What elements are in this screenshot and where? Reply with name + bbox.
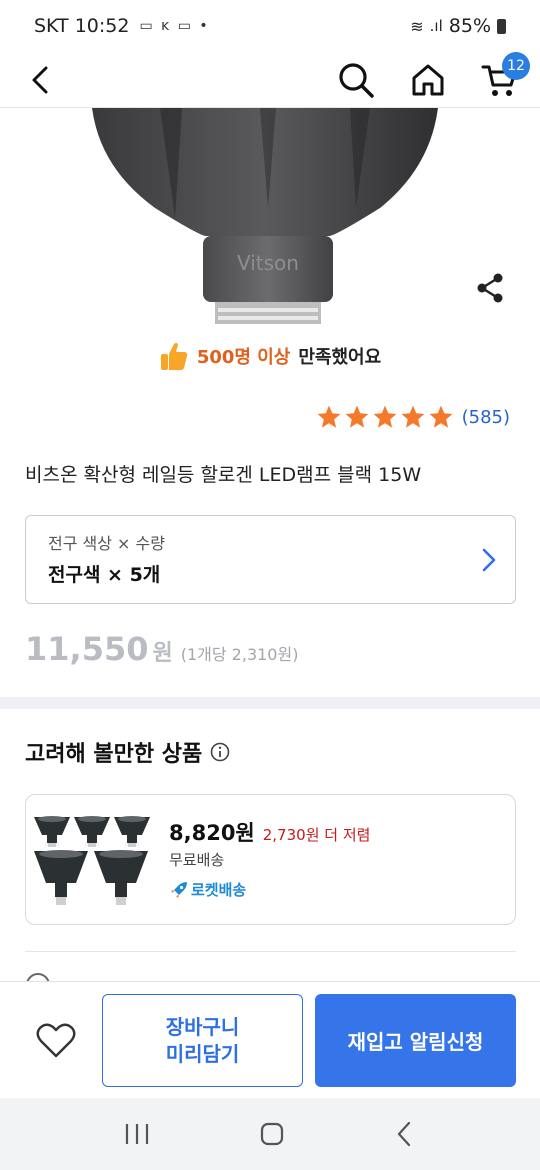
satisfaction-text: 만족했어요 <box>298 347 382 368</box>
star-icon <box>401 405 424 428</box>
signal-icon: .ıl <box>429 17 443 35</box>
share-icon <box>477 273 503 303</box>
product-title: 비츠온 확산형 레일등 할로겐 LED램프 블랙 15W <box>25 464 422 486</box>
battery-icon <box>497 18 506 34</box>
search-button[interactable] <box>334 58 378 102</box>
option-label: 전구 색상 × 수량 <box>48 534 165 553</box>
unit-price: (1개당 2,310원) <box>180 645 299 664</box>
add-to-cart-preview-button[interactable]: 장바구니 미리담기 <box>102 994 303 1087</box>
star-icon <box>317 405 340 428</box>
back-button[interactable] <box>18 58 62 102</box>
battery-level: 85% <box>448 15 491 37</box>
top-nav: 12 <box>0 51 540 108</box>
brand-logo: Vitson <box>237 251 299 275</box>
satisfaction-count: 500명 이상 <box>196 347 291 368</box>
android-navigation-bar <box>0 1098 540 1170</box>
home-nav-icon[interactable] <box>258 1120 286 1148</box>
recommend-item-thumbnail <box>34 816 150 905</box>
satisfaction-banner: 500명 이상 만족했어요 <box>0 336 540 376</box>
recommend-title-text: 고려해 볼만한 상품 <box>25 742 203 767</box>
price-row: 11,550 원 (1개당 2,310원) <box>25 630 298 668</box>
thumbs-up-icon <box>160 342 188 370</box>
recommend-price-row: 8,820원 2,730원 더 저렴 <box>169 817 370 847</box>
rocket-icon <box>171 881 187 898</box>
rocket-delivery-badge: 로켓배송 <box>169 879 246 900</box>
cart-count-badge: 12 <box>502 51 530 80</box>
back-nav-icon[interactable] <box>393 1120 417 1148</box>
recommend-price: 8,820원 <box>169 821 255 845</box>
rocket-delivery-text: 로켓배송 <box>191 881 247 899</box>
section-divider <box>0 697 540 709</box>
recommend-section-title: 고려해 볼만한 상품 <box>25 736 230 768</box>
rating-row[interactable]: (585) <box>316 404 510 430</box>
share-button[interactable] <box>470 268 510 308</box>
recommend-item-card[interactable]: 8,820원 2,730원 더 저렴 무료배송 로켓배송 <box>25 794 516 925</box>
star-icon <box>373 405 396 428</box>
info-icon[interactable] <box>210 742 230 762</box>
heart-icon <box>36 1023 76 1058</box>
cart-button-line2: 미리담기 <box>165 1041 240 1066</box>
wishlist-button[interactable] <box>34 1020 78 1060</box>
star-icon <box>345 405 368 428</box>
price-amount: 11,550 <box>25 630 149 668</box>
cart-button[interactable]: 12 <box>478 51 530 102</box>
recent-apps-icon[interactable] <box>123 1121 151 1147</box>
price-currency: 원 <box>152 641 173 666</box>
back-arrow-icon <box>32 66 48 93</box>
notification-icons: ▭ ᴋ ▭ • <box>139 18 210 34</box>
option-selector[interactable]: 전구 색상 × 수량 전구색 × 5개 <box>25 515 516 604</box>
cart-button-line1: 장바구니 <box>165 1014 240 1039</box>
lamp-image: Vitson <box>92 108 438 324</box>
bottom-action-bar: 장바구니 미리담기 재입고 알림신청 <box>0 981 540 1098</box>
option-value: 전구색 × 5개 <box>48 564 161 586</box>
review-count[interactable]: (585) <box>462 407 510 428</box>
chevron-right-icon <box>482 548 496 572</box>
search-icon <box>339 62 374 98</box>
recommend-discount: 2,730원 더 저렴 <box>262 826 371 844</box>
product-image[interactable]: Vitson <box>0 108 540 334</box>
home-button[interactable] <box>406 58 450 102</box>
status-bar: SKT 10:52 ▭ ᴋ ▭ • ≋ .ıl 85% <box>0 0 540 52</box>
wifi-icon: ≋ <box>410 16 424 36</box>
star-icon <box>429 405 452 428</box>
restock-alert-button[interactable]: 재입고 알림신청 <box>315 994 516 1087</box>
home-icon <box>412 64 444 95</box>
divider <box>25 951 516 952</box>
recommend-shipping: 무료배송 <box>169 851 225 869</box>
status-time: SKT 10:52 <box>34 15 130 37</box>
